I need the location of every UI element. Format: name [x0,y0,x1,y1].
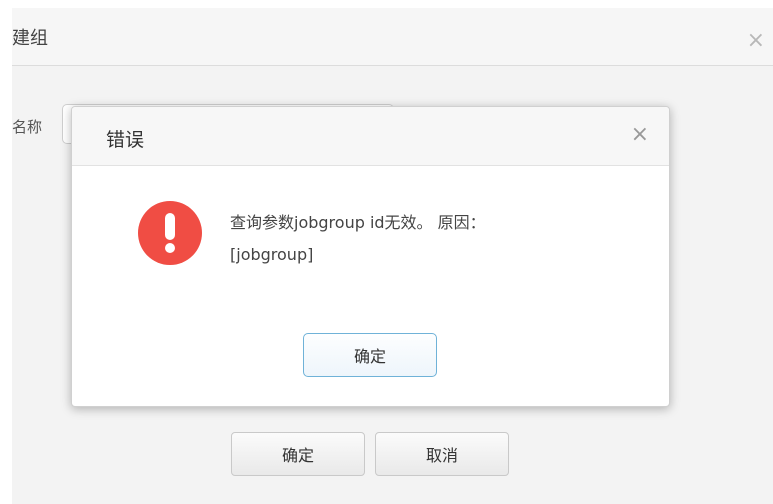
background-cancel-button[interactable]: 取消 [375,432,509,476]
error-dialog-title: 错误 [106,129,145,151]
close-icon[interactable]: × [631,124,649,146]
error-message-line1: 查询参数jobgroup id无效。 原因： [230,213,486,232]
error-dialog-header: 错误 × [72,107,669,166]
background-dialog-header: 建组 × [12,8,773,66]
background-close-icon[interactable]: × [747,30,765,52]
name-label: 名称 [12,118,43,136]
error-message: 查询参数jobgroup id无效。 原因： [jobgroup] [230,207,610,271]
error-message-line2: [jobgroup] [230,245,314,264]
error-dialog: 错误 × 查询参数jobgroup id无效。 原因： [jobgroup] 确… [71,106,670,407]
background-dialog-title: 建组 [12,28,48,49]
background-ok-button[interactable]: 确定 [231,432,365,476]
ok-button[interactable]: 确定 [303,333,437,377]
error-exclamation-icon [138,201,202,265]
